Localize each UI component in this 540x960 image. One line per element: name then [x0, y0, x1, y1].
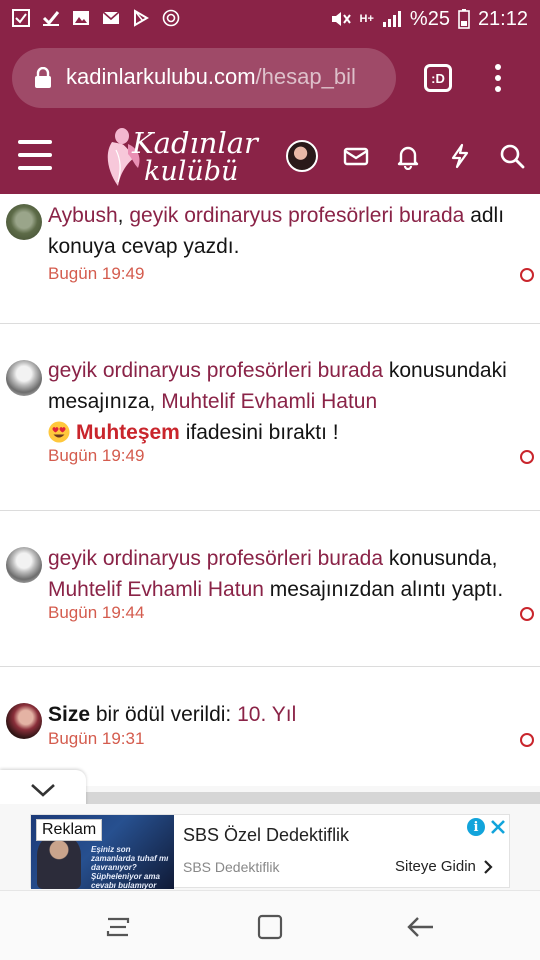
mark-read-icon[interactable]	[520, 733, 534, 747]
user-avatar[interactable]	[286, 140, 318, 172]
mark-read-icon[interactable]	[520, 450, 534, 464]
notification-item[interactable]: geyik ordinaryus profesörleri burada kon…	[0, 324, 540, 511]
checkbox-icon	[12, 9, 30, 27]
notification-message-end: mesajınızdan alıntı yaptı.	[263, 578, 504, 601]
play-store-icon	[132, 9, 150, 27]
mute-icon	[330, 9, 352, 29]
battery-percent: %25	[409, 7, 450, 30]
status-bar: H+ %25 21:12	[0, 0, 540, 38]
notification-time: Bugün 19:49	[48, 264, 145, 283]
notification-text: Size bir ödül verildi: 10. Yıl	[48, 699, 536, 730]
back-icon[interactable]	[406, 913, 436, 946]
recipient-label: Size	[48, 703, 91, 726]
ad-info-icon[interactable]: i	[467, 818, 485, 836]
url-path: /hesap_bil	[255, 64, 356, 89]
mark-read-icon[interactable]	[520, 607, 534, 621]
inbox-icon[interactable]	[342, 142, 370, 170]
lock-icon	[34, 66, 52, 94]
battery-icon	[458, 9, 470, 29]
award-link[interactable]: 10. Yıl	[237, 703, 296, 726]
avatar[interactable]	[6, 703, 42, 739]
recent-apps-icon[interactable]	[104, 913, 132, 946]
avatar[interactable]	[6, 547, 42, 583]
ad-area: Eşiniz son zamanlarda tuhaf mı davranıyo…	[0, 804, 540, 890]
avatar[interactable]	[6, 204, 42, 240]
notification-text: geyik ordinaryus profesörleri burada kon…	[48, 543, 536, 605]
avatar[interactable]	[6, 360, 42, 396]
ad-badge: Reklam	[36, 819, 103, 841]
tab-switcher-button[interactable]: :D	[424, 64, 452, 92]
chevron-right-icon[interactable]	[483, 859, 493, 880]
ad-divider	[86, 792, 540, 804]
ad-title[interactable]: SBS Özel Dedektiflik	[183, 825, 349, 846]
dot-icon	[495, 75, 501, 81]
notification-message: bir ödül verildi:	[90, 703, 238, 726]
mark-read-icon[interactable]	[520, 268, 534, 282]
ad-banner[interactable]: Eşiniz son zamanlarda tuhaf mı davranıyo…	[30, 814, 510, 889]
ad-image[interactable]: Eşiniz son zamanlarda tuhaf mı davranıyo…	[31, 815, 174, 889]
notification-time: Bugün 19:44	[48, 603, 145, 622]
ad-image-text: Eşiniz son zamanlarda tuhaf mı davranıyo…	[91, 845, 169, 889]
browser-toolbar: kadinlarkulubu.com/hesap_bil :D	[0, 38, 540, 118]
thread-link[interactable]: geyik ordinaryus profesörleri burada	[129, 204, 464, 227]
chevron-down-icon	[31, 784, 55, 797]
thread-link[interactable]: geyik ordinaryus profesörleri burada	[48, 359, 383, 382]
browser-menu-button[interactable]	[486, 60, 510, 96]
dot-icon	[495, 86, 501, 92]
dot-icon	[495, 64, 501, 70]
check-icon	[42, 9, 60, 27]
notification-item[interactable]: Aybush, geyik ordinaryus profesörleri bu…	[0, 194, 540, 324]
notification-item[interactable]: geyik ordinaryus profesörleri burada kon…	[0, 511, 540, 667]
image-icon	[72, 9, 90, 27]
notification-list: Aybush, geyik ordinaryus profesörleri bu…	[0, 194, 540, 786]
close-icon[interactable]	[489, 818, 507, 841]
url-domain: kadinlarkulubu.com	[66, 64, 256, 89]
user-link[interactable]: Muhtelif Evhamli Hatun	[48, 578, 264, 601]
ad-subtitle: SBS Dedektiflik	[183, 859, 280, 875]
notification-text: Aybush, geyik ordinaryus profesörleri bu…	[48, 200, 536, 262]
mail-icon	[102, 9, 120, 27]
site-header: Kadınlar kulübü	[0, 118, 540, 194]
address-bar[interactable]: kadinlarkulubu.com/hesap_bil	[12, 48, 396, 108]
reaction-label[interactable]: Muhteşem	[76, 421, 180, 444]
home-icon[interactable]	[256, 913, 284, 946]
notification-time: Bugün 19:49	[48, 446, 145, 465]
clock: 21:12	[477, 7, 528, 30]
user-link[interactable]: Aybush	[48, 204, 118, 227]
notification-time: Bugün 19:31	[48, 729, 145, 748]
separator-text: ,	[117, 204, 130, 227]
bell-icon[interactable]	[394, 142, 422, 171]
lightning-icon[interactable]	[446, 142, 474, 170]
system-navigation-bar	[0, 890, 540, 960]
notification-message-end: ifadesini bıraktı !	[179, 421, 339, 444]
notification-item[interactable]: Size bir ödül verildi: 10. Yıl Bugün 19:…	[0, 667, 540, 786]
logo-text-line1: Kadınlar	[132, 126, 258, 160]
notification-text: geyik ordinaryus profesörleri burada kon…	[48, 355, 536, 448]
thread-link[interactable]: geyik ordinaryus profesörleri burada	[48, 547, 383, 570]
logo-text-line2: kulübü	[144, 156, 239, 187]
ad-cta-link[interactable]: Siteye Gidin	[395, 858, 476, 875]
ad-person-image	[37, 833, 81, 889]
target-icon	[162, 9, 180, 27]
search-icon[interactable]	[498, 142, 526, 170]
hamburger-menu-icon[interactable]	[18, 140, 52, 170]
signal-icon	[382, 10, 402, 28]
url-text[interactable]: kadinlarkulubu.com/hesap_bil	[66, 64, 392, 90]
user-link[interactable]: Muhtelif Evhamli Hatun	[161, 390, 377, 413]
heart-eyes-emoji-icon	[48, 421, 70, 443]
site-logo[interactable]: Kadınlar kulübü	[104, 122, 258, 190]
network-type-label: H+	[359, 13, 374, 25]
notification-message: konusunda,	[383, 547, 498, 570]
